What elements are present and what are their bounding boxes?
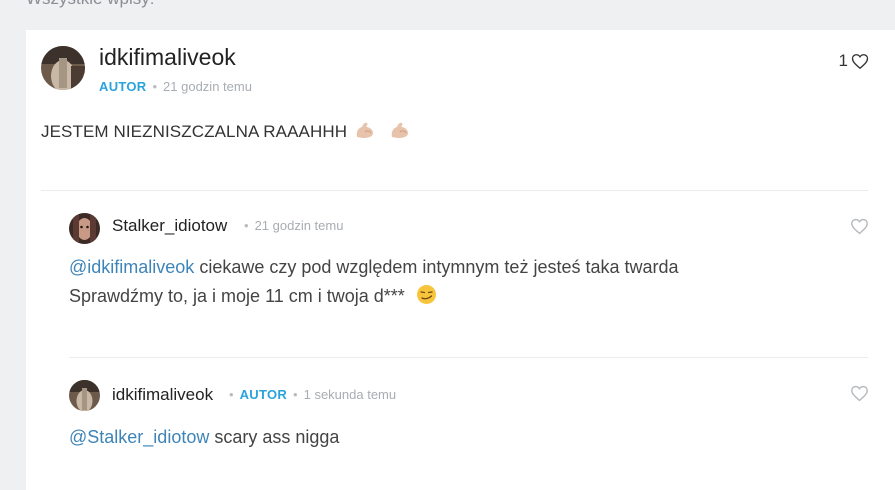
reply-text: @Stalker_idiotow scary ass nigga [69,423,339,452]
divider [41,190,868,191]
heart-icon[interactable] [850,385,869,402]
heart-icon[interactable] [850,218,869,235]
flexed-biceps-icon [356,122,373,138]
mention-link[interactable]: @idkifimaliveok [69,257,194,277]
reply-line-1-text: ciekawe czy pod względem intymnym też je… [194,257,679,277]
meta-separator: • [293,387,298,402]
section-title: Wszystkie wpisy: [26,0,154,9]
reply-meta: • AUTOR • 1 sekunda temu [229,387,396,402]
post-like-button[interactable]: 1 [839,51,869,71]
meta-separator: • [229,387,234,402]
reply-line-2: Sprawdźmy to, ja i moje 11 cm i twoja d*… [69,282,679,311]
reply-author-avatar[interactable] [69,213,100,244]
reply-time: 21 godzin temu [254,218,344,233]
mention-link[interactable]: @Stalker_idiotow [69,427,209,447]
reply-line-1-text: scary ass nigga [209,427,340,447]
post-time: 21 godzin temu [163,79,252,94]
reply-time: 1 sekunda temu [303,387,397,402]
flexed-biceps-icon [391,122,408,138]
smirking-face-icon [416,285,436,304]
reply-line-1: @idkifimaliveok ciekawe czy pod względem… [69,253,679,282]
post-text-content: JESTEM NIEZNISZCZALNA RAAAHHH [41,122,348,141]
heart-icon [851,53,869,69]
post-author-name[interactable]: idkifimaliveok [99,44,236,71]
meta-separator: • [152,79,158,94]
reply-author-avatar[interactable] [69,380,100,411]
post-text: JESTEM NIEZNISZCZALNA RAAAHHH [41,120,411,142]
author-badge: AUTOR [99,79,147,94]
post-author-avatar[interactable] [41,46,85,90]
post-card: idkifimaliveok AUTOR • 21 godzin temu 1 JE… [26,30,895,490]
reply-author-name[interactable]: idkifimaliveok [112,385,213,405]
reply-author-name[interactable]: Stalker_idiotow [112,216,227,236]
reply-line-2-text: Sprawdźmy to, ja i moje 11 cm i twoja d*… [69,286,405,306]
author-badge: AUTOR [239,387,288,402]
reply-line-1: @Stalker_idiotow scary ass nigga [69,423,339,452]
reply-text: @idkifimaliveok ciekawe czy pod względem… [69,253,679,311]
meta-separator: • [244,218,249,233]
reply-meta: • 21 godzin temu [244,218,343,233]
post-meta: AUTOR • 21 godzin temu [99,79,252,94]
post-like-count: 1 [838,51,848,70]
divider [69,357,868,358]
